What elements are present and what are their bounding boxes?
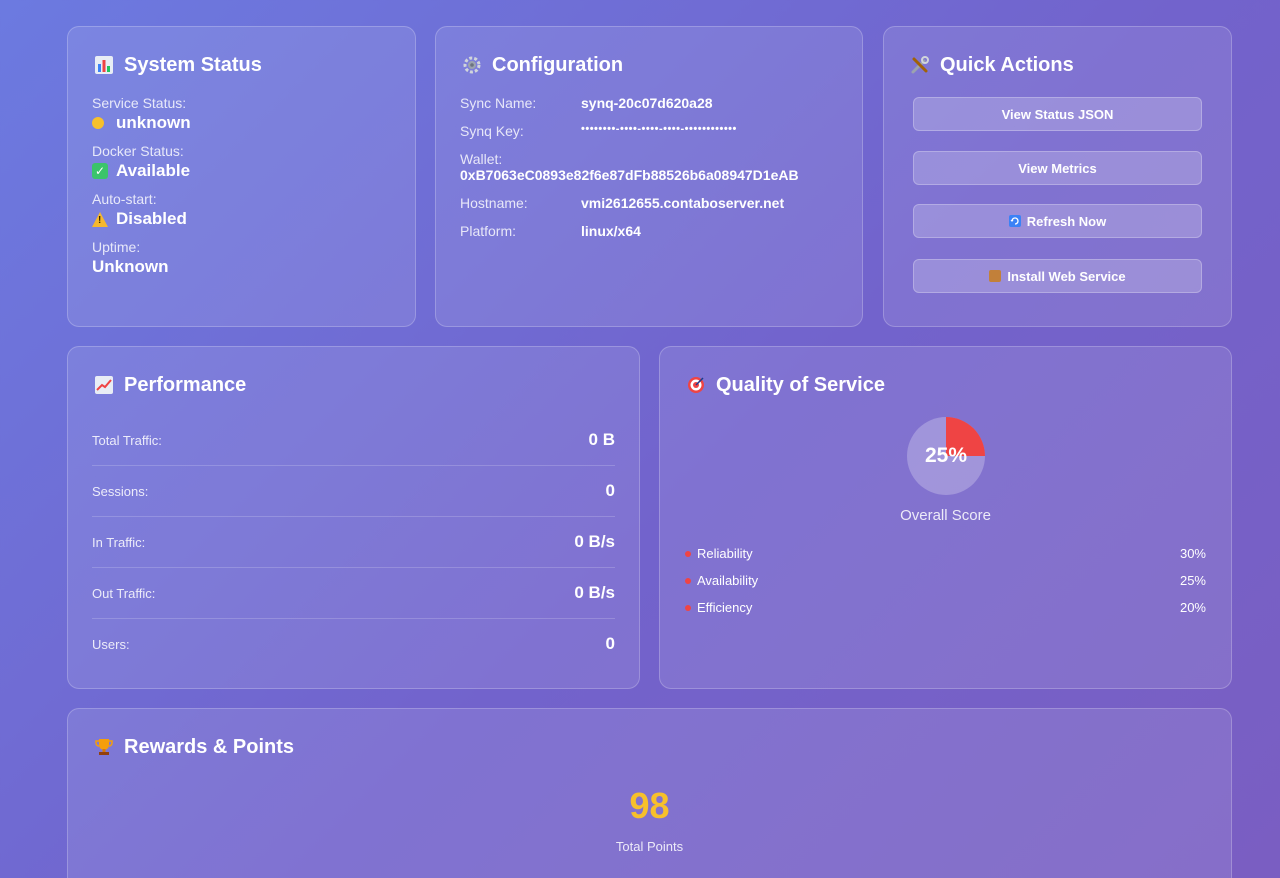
quick-actions-title-text: Quick Actions (940, 53, 1074, 76)
wallet-label: Wallet: (460, 151, 503, 167)
wallet-value: 0xB7063eC0893e82f6e87dFb88526b6a08947D1e… (460, 167, 799, 183)
tools-icon (908, 53, 932, 77)
quick-actions-card: Quick Actions View Status JSON View Metr… (883, 26, 1232, 327)
view-status-json-label: View Status JSON (1001, 106, 1114, 122)
out-traffic-label: Out Traffic: (92, 585, 156, 601)
status-dot-icon (92, 117, 104, 129)
total-traffic-value: 0 B (588, 430, 615, 449)
install-web-service-button[interactable]: Install Web Service (913, 259, 1202, 293)
rewards-card: Rewards & Points 98 Total Points (67, 708, 1232, 878)
users-value: 0 (605, 634, 615, 653)
perf-row-in-traffic: In Traffic: 0 B/s (92, 517, 615, 568)
sync-name-value: synq-20c07d620a28 (581, 95, 713, 111)
platform-label: Platform: (460, 223, 517, 239)
hostname-value: vmi2612655.contaboserver.net (581, 195, 785, 211)
hostname-row: Hostname: vmi2612655.contaboserver.net (460, 195, 838, 211)
refresh-icon (1008, 215, 1021, 227)
configuration-card: Configuration Sync Name: synq-20c07d620a… (435, 26, 863, 327)
sync-name-label: Sync Name: (460, 95, 537, 111)
total-points-label: Total Points (615, 839, 684, 854)
qos-score-value: 25% (924, 444, 968, 467)
platform-value: linux/x64 (581, 223, 641, 239)
chart-increasing-icon (92, 373, 116, 397)
system-status-title-text: System Status (124, 53, 262, 76)
synq-key-value: ••••••••-••••-••••-••••-•••••••••••• (581, 123, 737, 135)
uptime-value: Unknown (92, 257, 169, 276)
qos-metric-availability: Availability 25% (685, 573, 1206, 588)
platform-row: Platform: linux/x64 (460, 223, 838, 239)
reliability-dot (685, 550, 691, 557)
perf-row-total-traffic: Total Traffic: 0 B (92, 415, 615, 466)
docker-status-label: Docker Status: (92, 143, 184, 159)
quality-of-service-card: Quality of Service 25% Overall Score Rel… (659, 346, 1232, 689)
total-traffic-label: Total Traffic: (92, 432, 162, 448)
qos-metric-efficiency: Efficiency 20% (685, 600, 1206, 615)
rewards-title: Rewards & Points (92, 733, 1207, 761)
sessions-label: Sessions: (92, 483, 149, 499)
view-metrics-label: View Metrics (1018, 160, 1097, 176)
gear-icon (460, 53, 484, 77)
rewards-title-text: Rewards & Points (124, 735, 295, 758)
performance-title-text: Performance (124, 373, 247, 396)
perf-row-users: Users: 0 (92, 619, 615, 669)
service-status-value-row: unknown (92, 113, 391, 133)
service-status-value: unknown (116, 113, 191, 132)
synq-key-row: Synq Key: ••••••••-••••-••••-••••-••••••… (460, 123, 838, 139)
autostart-value: Disabled (116, 209, 187, 228)
system-status-title: System Status (92, 51, 391, 79)
qos-overall-label: Overall Score (900, 507, 991, 524)
sync-name-row: Sync Name: synq-20c07d620a28 (460, 95, 838, 111)
uptime-label: Uptime: (92, 239, 141, 255)
autostart-label: Auto-start: (92, 191, 157, 207)
view-metrics-button[interactable]: View Metrics (913, 151, 1202, 185)
service-status-label: Service Status: (92, 95, 187, 111)
qos-title: Quality of Service (684, 371, 1207, 399)
quick-actions-title: Quick Actions (908, 51, 1207, 79)
qos-metric-reliability: Reliability 30% (685, 546, 1206, 561)
in-traffic-value: 0 B/s (574, 532, 615, 551)
bar-chart-icon (92, 53, 116, 77)
warning-icon: ! (92, 211, 108, 227)
docker-status-value-row: ✓ Available (92, 161, 391, 181)
availability-label: Availability (697, 573, 759, 588)
users-label: Users: (92, 636, 130, 652)
synq-key-label: Synq Key: (460, 123, 524, 139)
reliability-label: Reliability (697, 546, 753, 561)
install-web-service-label: Install Web Service (1007, 268, 1126, 284)
docker-status-value: Available (116, 161, 191, 180)
check-mark-icon: ✓ (92, 163, 108, 179)
refresh-now-label: Refresh Now (1026, 213, 1107, 229)
performance-title: Performance (92, 371, 615, 399)
perf-row-sessions: Sessions: 0 (92, 466, 615, 517)
performance-list: Total Traffic: 0 B Sessions: 0 In Traffi… (92, 415, 615, 669)
total-points-value: 98 (629, 785, 670, 826)
efficiency-dot (685, 604, 691, 611)
sessions-value: 0 (605, 481, 615, 500)
out-traffic-value: 0 B/s (574, 583, 615, 602)
efficiency-value: 20% (1179, 600, 1206, 615)
perf-row-out-traffic: Out Traffic: 0 B/s (92, 568, 615, 619)
availability-value: 25% (1179, 573, 1206, 588)
trophy-icon (92, 735, 116, 759)
qos-score-chart: 25% (906, 416, 986, 496)
reliability-value: 30% (1179, 546, 1206, 561)
autostart-value-row: ! Disabled (92, 209, 391, 229)
system-status-card: System Status Service Status: unknown Do… (67, 26, 416, 327)
performance-card: Performance Total Traffic: 0 B Sessions:… (67, 346, 640, 689)
target-icon (684, 373, 708, 397)
view-status-json-button[interactable]: View Status JSON (913, 97, 1202, 131)
configuration-title-text: Configuration (492, 53, 624, 76)
refresh-now-button[interactable]: Refresh Now (913, 204, 1202, 238)
availability-dot (685, 577, 691, 584)
efficiency-label: Efficiency (697, 600, 753, 615)
in-traffic-label: In Traffic: (92, 534, 146, 550)
configuration-title: Configuration (460, 51, 838, 79)
qos-title-text: Quality of Service (716, 373, 885, 396)
hostname-label: Hostname: (460, 195, 528, 211)
package-icon (989, 270, 1002, 282)
